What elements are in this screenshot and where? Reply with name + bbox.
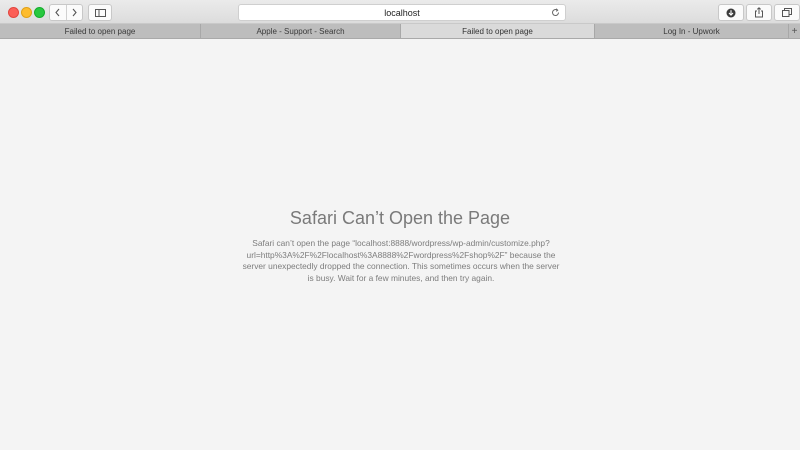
navigation-buttons	[49, 4, 83, 21]
tab-apple-support-search[interactable]: Apple - Support - Search	[201, 24, 401, 38]
error-message-line: Safari can’t open the page “localhost:88…	[252, 238, 550, 248]
forward-button[interactable]	[65, 5, 83, 20]
tab-overview-icon	[782, 8, 792, 17]
chevron-left-icon	[55, 8, 60, 17]
tab-bar: Failed to open page Apple - Support - Se…	[0, 24, 800, 39]
share-icon	[755, 7, 763, 18]
sidebar-button[interactable]	[88, 4, 112, 21]
browser-toolbar: localhost	[0, 0, 800, 24]
tab-label: Log In - Upwork	[663, 26, 720, 36]
tab-label: Failed to open page	[64, 26, 136, 36]
share-button[interactable]	[746, 4, 772, 21]
error-message-line: server unexpectedly dropped the connecti…	[242, 261, 560, 271]
chevron-right-icon	[72, 8, 77, 17]
new-tab-button[interactable]: +	[789, 24, 800, 38]
error-message-line: is busy. Wait for a few minutes, and the…	[307, 272, 495, 283]
download-icon	[726, 8, 736, 17]
browser-window: localhost Failed to open page Apple - Su…	[0, 0, 800, 450]
tab-log-in-upwork[interactable]: Log In - Upwork	[595, 24, 789, 38]
page-content: Safari Can’t Open the Page Safari can’t …	[0, 39, 800, 450]
address-text: localhost	[384, 7, 420, 18]
downloads-button[interactable]	[718, 4, 744, 21]
tab-failed-to-open-page-active[interactable]: Failed to open page	[401, 24, 595, 38]
maximize-window-button[interactable]	[34, 7, 45, 18]
back-button[interactable]	[50, 5, 66, 20]
error-message: Safari can’t open the page “localhost:88…	[234, 238, 568, 284]
address-bar[interactable]: localhost	[238, 4, 566, 21]
tab-label: Failed to open page	[462, 26, 533, 36]
tab-label: Apple - Support - Search	[256, 26, 345, 36]
error-message-line: url=http%3A%2F%2Flocalhost%3A8888%2Fword…	[246, 249, 556, 260]
reload-icon	[552, 8, 559, 16]
error-title: Safari Can’t Open the Page	[289, 208, 511, 228]
tab-overview-button[interactable]	[774, 4, 800, 21]
sidebar-icon	[94, 8, 106, 17]
reload-button[interactable]	[550, 7, 561, 18]
tab-failed-to-open-page[interactable]: Failed to open page	[0, 24, 201, 38]
minimize-window-button[interactable]	[21, 7, 32, 18]
close-window-button[interactable]	[8, 7, 19, 18]
plus-icon: +	[791, 25, 798, 37]
